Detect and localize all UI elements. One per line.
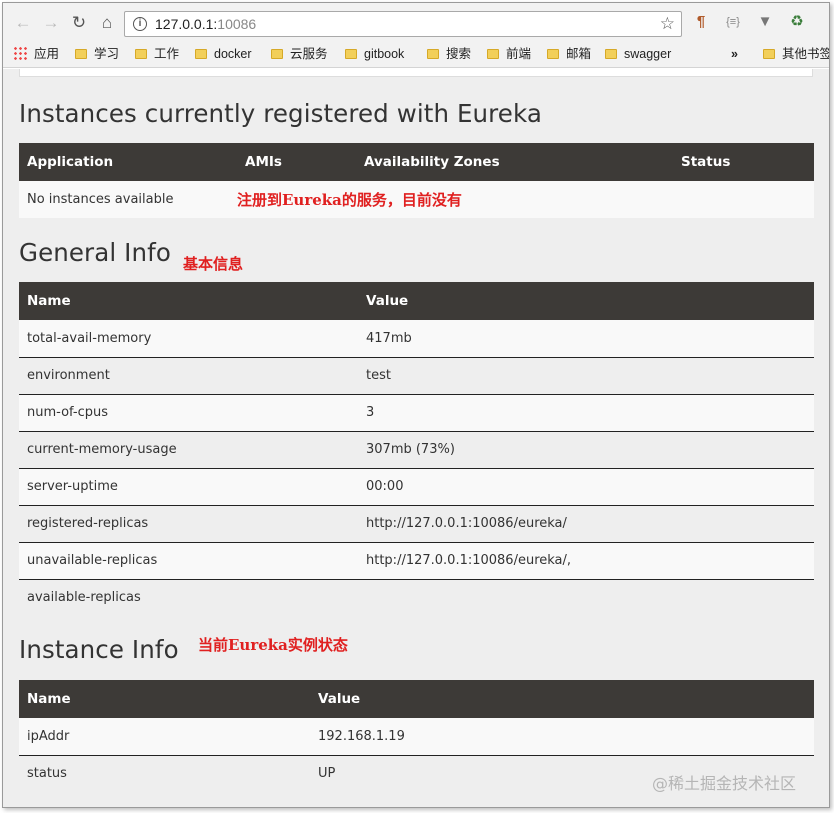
folder-icon xyxy=(195,49,207,59)
folder-icon xyxy=(487,49,499,59)
info-name: environment xyxy=(19,356,358,394)
puzzle-extension-icon[interactable]: ♻ xyxy=(787,13,807,31)
column-header: Name xyxy=(19,282,358,320)
bookmarks-bar: 应用 学习 工作 docker 云服务 gitbook 搜索 前端 邮箱 swa… xyxy=(3,41,829,68)
more-bookmarks-button[interactable]: » xyxy=(731,46,738,63)
folder-icon xyxy=(345,49,357,59)
bookmark-folder[interactable]: docker xyxy=(195,46,252,63)
table-row: current-memory-usage 307mb (73%) xyxy=(19,430,814,468)
folder-icon xyxy=(135,49,147,59)
info-name: ipAddr xyxy=(19,718,310,755)
general-info-title: General Info xyxy=(19,238,171,267)
bookmark-folder[interactable]: gitbook xyxy=(345,46,404,63)
column-header: Name xyxy=(19,680,310,718)
info-value: 307mb (73%) xyxy=(358,430,814,468)
folder-icon xyxy=(763,49,775,59)
table-row: total-avail-memory 417mb xyxy=(19,320,814,357)
table-row: num-of-cpus 3 xyxy=(19,393,814,431)
bookmark-apps[interactable]: 应用 xyxy=(13,46,59,63)
folder-icon xyxy=(75,49,87,59)
other-bookmarks-folder[interactable]: 其他书签 xyxy=(763,46,829,63)
url-text: 127.0.0.1:10086 xyxy=(155,16,257,32)
column-header: Value xyxy=(358,282,814,320)
column-header: AMIs xyxy=(237,143,356,181)
bookmark-star-icon[interactable]: ☆ xyxy=(660,14,675,34)
folder-icon xyxy=(271,49,283,59)
info-name: server-uptime xyxy=(19,467,358,505)
browser-toolbar: ← → ↻ ⌂ i 127.0.0.1:10086 ☆ ¶ {≡} ▼ ♻ xyxy=(3,3,829,41)
info-value: 3 xyxy=(358,393,814,431)
previous-panel-bottom xyxy=(19,69,813,77)
browser-window: ← → ↻ ⌂ i 127.0.0.1:10086 ☆ ¶ {≡} ▼ ♻ 应用… xyxy=(2,2,830,808)
info-name: total-avail-memory xyxy=(19,320,358,357)
vue-extension-icon[interactable]: ▼ xyxy=(755,13,775,31)
table-row: available-replicas xyxy=(19,578,814,616)
info-name: available-replicas xyxy=(19,578,358,616)
column-header: Value xyxy=(310,680,814,718)
general-info-annotation: 基本信息 xyxy=(183,255,244,273)
folder-icon xyxy=(427,49,439,59)
info-name: num-of-cpus xyxy=(19,393,358,431)
instance-info-title: Instance Info xyxy=(19,635,179,664)
bookmark-folder[interactable]: 学习 xyxy=(75,46,119,63)
column-header: Availability Zones xyxy=(356,143,673,181)
info-name: status xyxy=(19,754,310,792)
folder-icon xyxy=(605,49,617,59)
home-icon[interactable]: ⌂ xyxy=(97,13,117,33)
eureka-page: Instances currently registered with Eure… xyxy=(3,69,829,807)
forward-arrow-icon[interactable]: → xyxy=(41,13,61,33)
address-bar[interactable]: i 127.0.0.1:10086 ☆ xyxy=(124,11,682,37)
general-info-table: Name Value total-avail-memory 417mb envir… xyxy=(19,282,814,616)
bookmark-folder[interactable]: 云服务 xyxy=(271,46,328,63)
table-row: ipAddr 192.168.1.19 xyxy=(19,718,814,755)
info-value: 192.168.1.19 xyxy=(310,718,814,755)
reload-icon[interactable]: ↻ xyxy=(69,13,89,33)
info-name: registered-replicas xyxy=(19,504,358,542)
info-name: unavailable-replicas xyxy=(19,541,358,579)
info-value: 00:00 xyxy=(358,467,814,505)
column-header: Application xyxy=(19,143,237,181)
column-header: Status xyxy=(673,143,814,181)
back-arrow-icon[interactable]: ← xyxy=(13,13,33,33)
json-extension-icon[interactable]: {≡} xyxy=(723,13,743,31)
bookmark-folder[interactable]: swagger xyxy=(605,46,671,63)
bookmark-folder[interactable]: 前端 xyxy=(487,46,531,63)
folder-icon xyxy=(547,49,559,59)
watermark: @稀土掘金技术社区 xyxy=(652,774,797,793)
table-row: environment test xyxy=(19,356,814,394)
info-value: http://127.0.0.1:10086/eureka/, xyxy=(358,541,814,579)
bookmark-folder[interactable]: 搜索 xyxy=(427,46,471,63)
table-row: unavailable-replicas http://127.0.0.1:100… xyxy=(19,541,814,579)
bookmark-folder[interactable]: 工作 xyxy=(135,46,179,63)
info-value: 417mb xyxy=(358,320,814,357)
pilcrow-extension-icon[interactable]: ¶ xyxy=(691,13,711,31)
apps-grid-icon xyxy=(13,46,27,60)
table-row: server-uptime 00:00 xyxy=(19,467,814,505)
instances-annotation: 注册到Eureka的服务，目前没有 xyxy=(237,191,462,209)
info-value xyxy=(358,578,814,616)
info-icon[interactable]: i xyxy=(133,17,147,31)
bookmark-folder[interactable]: 邮箱 xyxy=(547,46,591,63)
instances-title: Instances currently registered with Eure… xyxy=(19,99,542,128)
info-value: http://127.0.0.1:10086/eureka/ xyxy=(358,504,814,542)
info-name: current-memory-usage xyxy=(19,430,358,468)
instance-info-annotation: 当前Eureka实例状态 xyxy=(198,636,348,654)
table-row: registered-replicas http://127.0.0.1:1008… xyxy=(19,504,814,542)
info-value: test xyxy=(358,356,814,394)
